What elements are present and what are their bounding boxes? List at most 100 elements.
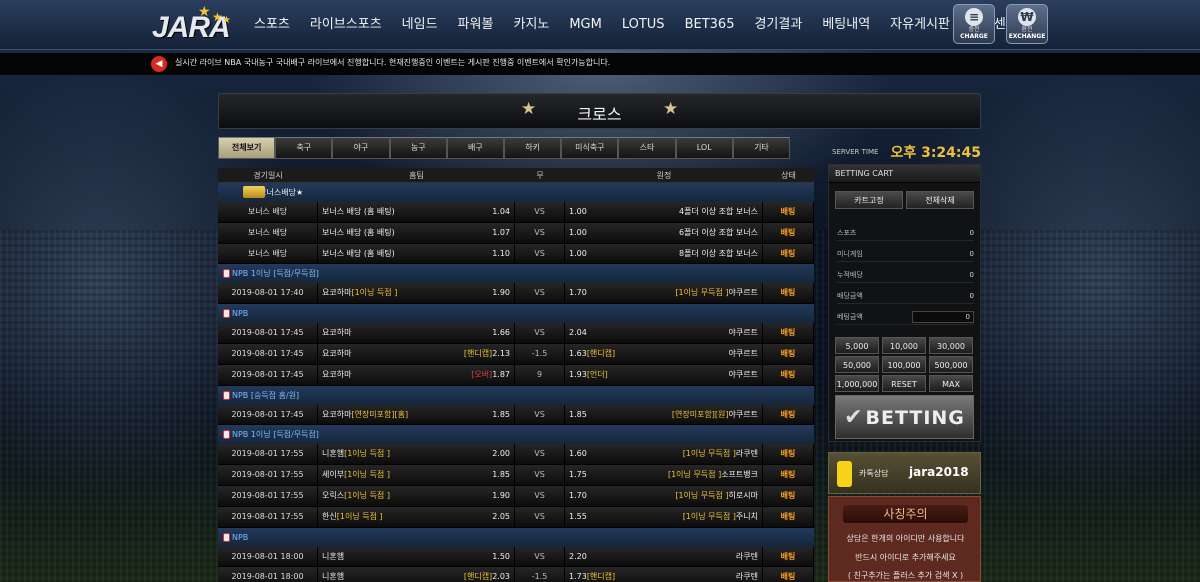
bet-status[interactable]: 배팅 (763, 465, 814, 485)
home-odds-cell[interactable]: 한신[1이닝 득점 ] 2.05 (318, 506, 515, 527)
home-team: 요코하마[연장미포함][홈] (322, 405, 492, 425)
away-odds-cell[interactable]: 1.70 [1이닝 무득점 ]야쿠르트 (565, 283, 763, 304)
tab-item[interactable]: 하키 (504, 137, 562, 159)
betting-button[interactable]: ✔ BETTING (835, 395, 974, 439)
star-icon: ★ (222, 15, 231, 26)
nav-item[interactable]: LOTUS (612, 0, 675, 50)
draw-cell[interactable]: VS (515, 404, 565, 425)
away-odds-cell[interactable]: 1.00 4폴더 이상 조합 보너스 (565, 202, 763, 222)
draw-cell[interactable]: VS (515, 222, 565, 243)
nav-item[interactable]: MGM (559, 0, 612, 50)
away-odds-cell[interactable]: 1.73 [핸디캡] 라쿠텐 (565, 567, 763, 582)
tab-item[interactable]: 야구 (332, 137, 390, 159)
draw-cell[interactable]: -1.5 (515, 567, 565, 582)
bet-status[interactable]: 배팅 (763, 202, 814, 222)
draw-cell[interactable]: VS (515, 506, 565, 527)
bet-status[interactable]: 배팅 (763, 243, 814, 264)
home-name: 한신 (322, 511, 337, 521)
home-odds-cell[interactable]: 요코하마 [오버] 1.87 (318, 364, 515, 385)
home-odds-cell[interactable]: 니혼햄[1이닝 득점 ] 2.00 (318, 444, 515, 465)
home-odds-cell[interactable]: 요코하마[연장미포함][홈] 1.85 (318, 404, 515, 425)
table-row: 2019-08-01 18:00 니혼햄 [핸디캡] 2.03 -1.5 1.73 [핸디캡… (218, 567, 814, 582)
home-team: 니혼햄[1이닝 득점 ] (322, 444, 492, 464)
bet-status[interactable]: 배팅 (763, 364, 814, 385)
nav-item[interactable]: 경기결과 (744, 0, 812, 50)
bet-amount-input[interactable]: 0 (912, 311, 974, 323)
draw-cell[interactable]: VS (515, 465, 565, 485)
amount-button[interactable]: 500,000 (929, 356, 973, 373)
nav-item[interactable]: 스포츠 (244, 0, 300, 50)
draw-cell[interactable]: VS (515, 444, 565, 465)
bet-status[interactable]: 배팅 (763, 444, 814, 465)
away-odds-cell[interactable]: 1.55 [1이닝 무득점 ]주니치 (565, 506, 763, 527)
nav-item[interactable]: BET365 (675, 0, 745, 50)
tab-item[interactable]: 스타 (618, 137, 676, 159)
away-odds-cell[interactable]: 1.60 [1이닝 무득점 ]라쿠텐 (565, 444, 763, 465)
tab-item[interactable]: 배구 (446, 137, 505, 159)
tab-item[interactable]: 전체보기 (218, 137, 276, 159)
amount-button[interactable]: 5,000 (835, 337, 879, 354)
home-odds-cell[interactable]: 니혼햄 [핸디캡] 2.03 (318, 567, 515, 582)
tab-item[interactable]: 축구 (275, 137, 333, 159)
away-odds-cell[interactable]: 1.00 8폴더 이상 조합 보너스 (565, 243, 763, 264)
tab-item[interactable]: 농구 (389, 137, 447, 159)
amount-button[interactable]: 30,000 (929, 337, 973, 354)
away-odds-cell[interactable]: 2.04 야쿠르트 (565, 323, 763, 343)
draw-cell[interactable]: VS (515, 202, 565, 222)
home-odds-cell[interactable]: 보너스 배당 (홈 배팅) 1.04 (318, 202, 515, 222)
home-odds-cell[interactable]: 요코하마 [핸디캡] 2.13 (318, 343, 515, 364)
charge-button[interactable]: ≡ 충전 CHARGE (953, 4, 995, 44)
amount-button[interactable]: 100,000 (882, 356, 926, 373)
draw-cell[interactable]: VS (515, 323, 565, 343)
home-odds-cell[interactable]: 보너스 배당 (홈 배팅) 1.10 (318, 243, 515, 264)
col-home: 홈팀 (409, 171, 424, 180)
draw-cell[interactable]: -1.5 (515, 343, 565, 364)
nav-item[interactable]: 네임드 (392, 0, 448, 50)
tab-item[interactable]: LOL (675, 137, 733, 159)
away-odds-cell[interactable]: 1.00 6폴더 이상 조합 보너스 (565, 222, 763, 243)
home-odds-cell[interactable]: 보너스 배당 (홈 배팅) 1.07 (318, 222, 515, 243)
draw-cell[interactable]: 9 (515, 364, 565, 385)
nav-item[interactable]: 카지노 (503, 0, 559, 50)
draw-cell[interactable]: VS (515, 283, 565, 304)
home-odds-cell[interactable]: 니혼햄 1.50 (318, 546, 515, 567)
nav-item[interactable]: 자유게시판 (880, 0, 960, 50)
amount-button[interactable]: MAX (929, 375, 973, 392)
amount-button[interactable]: 50,000 (835, 356, 879, 373)
tab-item[interactable]: 기타 (732, 137, 791, 159)
home-odds-cell[interactable]: 오릭스[1이닝 득점 ] 1.90 (318, 485, 515, 506)
nav-item[interactable]: 라이브스포츠 (300, 0, 392, 50)
bet-status[interactable]: 배팅 (763, 567, 814, 582)
bet-status[interactable]: 배팅 (763, 546, 814, 567)
amount-button[interactable]: RESET (882, 375, 926, 392)
logo[interactable]: JARA ★ ★ ★ (150, 4, 235, 44)
draw-cell[interactable]: VS (515, 243, 565, 264)
cart-clear-button[interactable]: 전체삭제 (906, 191, 974, 209)
bet-status[interactable]: 배팅 (763, 283, 814, 304)
exchange-button[interactable]: ₩ 환전 EXCHANGE (1006, 4, 1048, 44)
away-odds-cell[interactable]: 1.85 [연장미포함][원]야쿠르트 (565, 404, 763, 425)
away-odds-cell[interactable]: 1.75 [1이닝 무득점 ]소프트뱅크 (565, 465, 763, 485)
away-odds-cell[interactable]: 2.20 라쿠텐 (565, 546, 763, 567)
bet-status[interactable]: 배팅 (763, 222, 814, 243)
away-odds-cell[interactable]: 1.70 [1이닝 무득점 ]히로시마 (565, 485, 763, 506)
bet-status[interactable]: 배팅 (763, 323, 814, 343)
bet-status[interactable]: 배팅 (763, 506, 814, 527)
away-odds-cell[interactable]: 1.93 [언더] 야쿠르트 (565, 364, 763, 385)
kakao-contact[interactable]: 카톡상담 jara2018 (828, 452, 981, 494)
bet-status[interactable]: 배팅 (763, 485, 814, 506)
draw-cell[interactable]: VS (515, 546, 565, 567)
bet-status[interactable]: 배팅 (763, 404, 814, 425)
draw-cell[interactable]: VS (515, 485, 565, 506)
bet-status[interactable]: 배팅 (763, 343, 814, 364)
home-odds-cell[interactable]: 요코하마[1이닝 득점 ] 1.90 (318, 283, 515, 304)
amount-button[interactable]: 10,000 (882, 337, 926, 354)
away-odds-cell[interactable]: 1.63 [핸디캡] 야쿠르트 (565, 343, 763, 364)
home-odds-cell[interactable]: 요코하마 1.66 (318, 323, 515, 343)
cart-fix-button[interactable]: 카트고정 (835, 191, 903, 209)
nav-item[interactable]: 파워볼 (448, 0, 504, 50)
home-odds-cell[interactable]: 세이부[1이닝 득점 ] 1.85 (318, 465, 515, 485)
amount-button[interactable]: 1,000,000 (835, 375, 879, 392)
tab-item[interactable]: 미식축구 (561, 137, 619, 159)
nav-item[interactable]: 베팅내역 (812, 0, 880, 50)
